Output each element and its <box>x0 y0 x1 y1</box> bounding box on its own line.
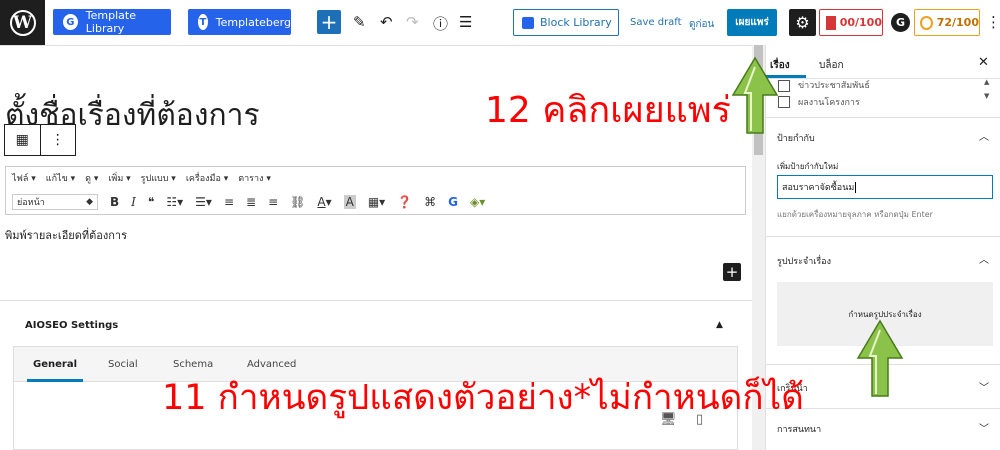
divider <box>0 300 752 301</box>
table-icon[interactable]: ▦▾ <box>368 195 385 209</box>
truseo-score-button[interactable]: 72/100 <box>914 9 980 36</box>
seo-score-button[interactable]: 00/100 <box>819 9 883 36</box>
annotation-step-11: 11 กำหนดรูปแสดงตัวอย่าง*ไม่กำหนดก็ได้ <box>162 378 804 418</box>
tab-general[interactable]: General <box>33 359 77 370</box>
truseo-icon <box>920 15 933 30</box>
template-library-button[interactable]: G Template Library <box>53 9 171 35</box>
align-center-icon[interactable]: ≣ <box>246 195 256 209</box>
menu-insert[interactable]: เพิ่ม ▾ <box>108 171 130 185</box>
category-label: ข่าวประชาสัมพันธ์ <box>798 81 870 91</box>
scroll-down-icon[interactable]: ▼ <box>984 92 989 100</box>
save-draft-button[interactable]: Save draft <box>630 17 682 28</box>
add-block-toggle-button[interactable]: + <box>317 10 341 34</box>
collapse-caret-icon[interactable]: ▲ <box>716 320 723 330</box>
classic-editor-menubar: ไฟล์ ▾ แก้ไข ▾ ดู ▾ เพิ่ม ▾ รูปแบบ ▾ เคร… <box>6 167 745 189</box>
featured-image-heading[interactable]: รูปประจำเรื่อง <box>777 254 831 268</box>
menu-tools[interactable]: เครื่องมือ ▾ <box>186 171 228 185</box>
numbered-list-icon[interactable]: ☰▾ <box>195 195 212 209</box>
shortcode-icon[interactable]: ⌘ <box>424 195 436 209</box>
menu-format[interactable]: รูปแบบ ▾ <box>141 171 176 185</box>
tab-advanced[interactable]: Advanced <box>247 359 296 370</box>
background-color-icon[interactable]: A <box>343 195 356 209</box>
help-icon[interactable]: ❓ <box>397 195 412 209</box>
discussion-heading[interactable]: การสนทนา <box>777 422 821 436</box>
divider <box>765 236 1000 237</box>
plugin-icon[interactable]: ◈▾ <box>470 195 485 209</box>
text-color-icon[interactable]: A▾ <box>317 195 331 209</box>
g-plugin-icon[interactable]: G <box>891 13 910 32</box>
tags-input[interactable]: สอบราคาจัดซื้อนม <box>777 175 993 199</box>
redo-icon[interactable]: ↷ <box>406 13 419 31</box>
more-options-icon[interactable]: ⋮ <box>986 13 1000 31</box>
tags-field-label: เพิ่มป้ายกำกับใหม่ <box>777 162 839 171</box>
text-cursor <box>855 181 857 193</box>
aioseo-settings-title[interactable]: AIOSEO Settings <box>25 320 118 331</box>
arrow-to-publish-icon <box>731 56 779 134</box>
tab-schema[interactable]: Schema <box>173 359 213 370</box>
templateberg-button[interactable]: T Templateberg <box>188 9 291 35</box>
list-view-icon[interactable]: ☰ <box>459 13 472 31</box>
divider <box>765 117 1000 118</box>
category-label: ผลงานโครงการ <box>798 98 860 108</box>
arrow-to-featured-image-icon <box>856 319 904 397</box>
wordpress-icon: W <box>9 9 36 36</box>
chevron-down-icon[interactable]: ﹀ <box>979 379 989 394</box>
align-right-icon[interactable]: ≡ <box>268 195 278 209</box>
select-caret-icon: ◆ <box>86 197 93 207</box>
align-left-icon[interactable]: ≡ <box>224 195 234 209</box>
publish-button[interactable]: เผยแพร่ <box>727 9 777 36</box>
menu-view[interactable]: ดู ▾ <box>85 171 98 185</box>
bold-icon[interactable]: B <box>110 195 119 209</box>
chevron-up-icon[interactable]: ︿ <box>979 128 989 143</box>
scroll-up-icon[interactable]: ▲ <box>984 78 989 86</box>
info-icon[interactable]: ⓘ <box>433 13 448 34</box>
annotation-step-12: 12 คลิกเผยแพร่ <box>485 90 731 131</box>
block-library-button[interactable]: Block Library <box>513 9 619 36</box>
pencil-icon[interactable]: ✎ <box>353 13 366 31</box>
add-block-icon[interactable]: + <box>723 263 741 281</box>
classic-block-icon[interactable]: ▦ <box>5 125 41 155</box>
g-insert-icon[interactable]: G <box>448 195 458 209</box>
tab-social[interactable]: Social <box>108 359 138 370</box>
tab-block[interactable]: บล็อก <box>819 58 844 73</box>
block-library-icon <box>522 16 534 29</box>
blockquote-icon[interactable]: ❝ <box>148 195 154 209</box>
post-content[interactable]: พิมพ์รายละเอียดที่ต้องการ <box>5 226 127 244</box>
seo-score-icon <box>826 15 836 30</box>
tags-help-text: แยกด้วยเครื่องหมายจุลภาค หรือกดปุ่ม Ente… <box>777 210 933 219</box>
menu-edit[interactable]: แก้ไข ▾ <box>46 171 75 185</box>
menu-file[interactable]: ไฟล์ ▾ <box>12 171 36 185</box>
menu-table[interactable]: ตาราง ▾ <box>238 171 271 185</box>
wordpress-logo-button[interactable]: W <box>0 0 45 45</box>
chevron-down-icon[interactable]: ﹀ <box>979 420 989 435</box>
templateberg-icon: T <box>198 14 208 30</box>
close-icon[interactable]: ✕ <box>978 55 989 70</box>
block-options-icon[interactable]: ⋮ <box>41 125 76 155</box>
paragraph-format-select[interactable]: ย่อหน้า ◆ <box>12 194 98 210</box>
g-logo-icon: G <box>63 14 78 30</box>
link-icon[interactable]: ⛓ <box>290 195 305 209</box>
chevron-up-icon[interactable]: ︿ <box>979 251 989 266</box>
italic-icon[interactable]: I <box>131 195 136 209</box>
block-toolbar: ▦ ⋮ <box>4 124 76 156</box>
preview-button[interactable]: ดูก่อน <box>689 17 714 32</box>
bullet-list-icon[interactable]: ☷▾ <box>166 195 183 209</box>
settings-gear-icon[interactable]: ⚙ <box>789 9 816 36</box>
classic-editor-format-bar: ย่อหน้า ◆ B I ❝ ☷▾ ☰▾ ≡ ≣ ≡ ⛓ A▾ A ▦▾ ❓ ⌘… <box>6 191 745 213</box>
undo-icon[interactable]: ↶ <box>380 13 393 31</box>
